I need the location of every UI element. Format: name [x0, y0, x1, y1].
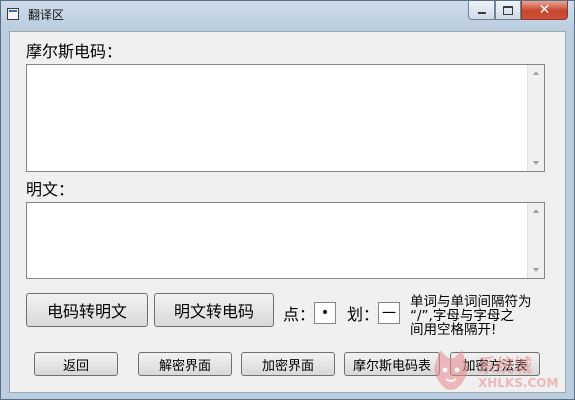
morse-to-plain-button[interactable]: 电码转明文 — [26, 293, 148, 327]
scroll-up-icon[interactable] — [533, 71, 539, 75]
dot-symbol-field[interactable]: • — [314, 302, 336, 324]
encrypt-page-button[interactable]: 加密界面 — [241, 352, 335, 376]
scroll-down-icon[interactable] — [533, 268, 539, 272]
morse-label: 摩尔斯电码： — [26, 42, 123, 61]
client-area: 摩尔斯电码： 明文： 电码转明文 明文转电码 点： • 划： 一 单词与单词间隔… — [9, 31, 566, 393]
dot-label: 点： — [283, 305, 316, 324]
watermark: 系统城 XHLKS.COM — [426, 346, 574, 396]
morse-textarea[interactable] — [26, 64, 545, 172]
maximize-icon — [503, 5, 513, 15]
plain-label: 明文： — [26, 180, 75, 199]
scroll-up-icon[interactable] — [533, 209, 539, 213]
note-line: 单词与单词间隔符为 — [410, 294, 532, 310]
maximize-button[interactable] — [495, 1, 521, 20]
title-bar[interactable]: 翻译区 ✕ — [1, 1, 574, 27]
decrypt-page-button[interactable]: 解密界面 — [138, 352, 232, 376]
watermark-cn: 系统城 — [478, 356, 532, 377]
close-icon: ✕ — [538, 2, 551, 18]
watermark-logo-icon — [434, 350, 468, 390]
note-line: 间用空格隔开! — [410, 322, 497, 338]
dash-symbol-field[interactable]: 一 — [378, 302, 400, 324]
app-window-icon[interactable] — [7, 8, 19, 20]
minimize-button[interactable] — [468, 1, 495, 20]
dash-label: 划： — [347, 305, 380, 324]
scroll-down-icon[interactable] — [533, 161, 539, 165]
app-window: 翻译区 ✕ 摩尔斯电码： 明文： 电码转明文 明文转电码 点： • 划： 一 单… — [0, 0, 575, 400]
note-line: “/”,字母与字母之 — [410, 308, 514, 324]
plain-to-morse-button[interactable]: 明文转电码 — [154, 293, 274, 327]
minimize-icon — [477, 12, 486, 14]
morse-scrollbar[interactable] — [527, 65, 544, 171]
window-title: 翻译区 — [28, 8, 65, 22]
separator-note: 单词与单词间隔符为 “/”,字母与字母之 间用空格隔开! — [410, 295, 532, 337]
plain-scrollbar[interactable] — [527, 203, 544, 278]
plain-textarea[interactable] — [26, 202, 545, 279]
watermark-url: XHLKS.COM — [478, 376, 559, 390]
close-button[interactable]: ✕ — [521, 1, 568, 20]
back-button[interactable]: 返回 — [34, 352, 118, 376]
